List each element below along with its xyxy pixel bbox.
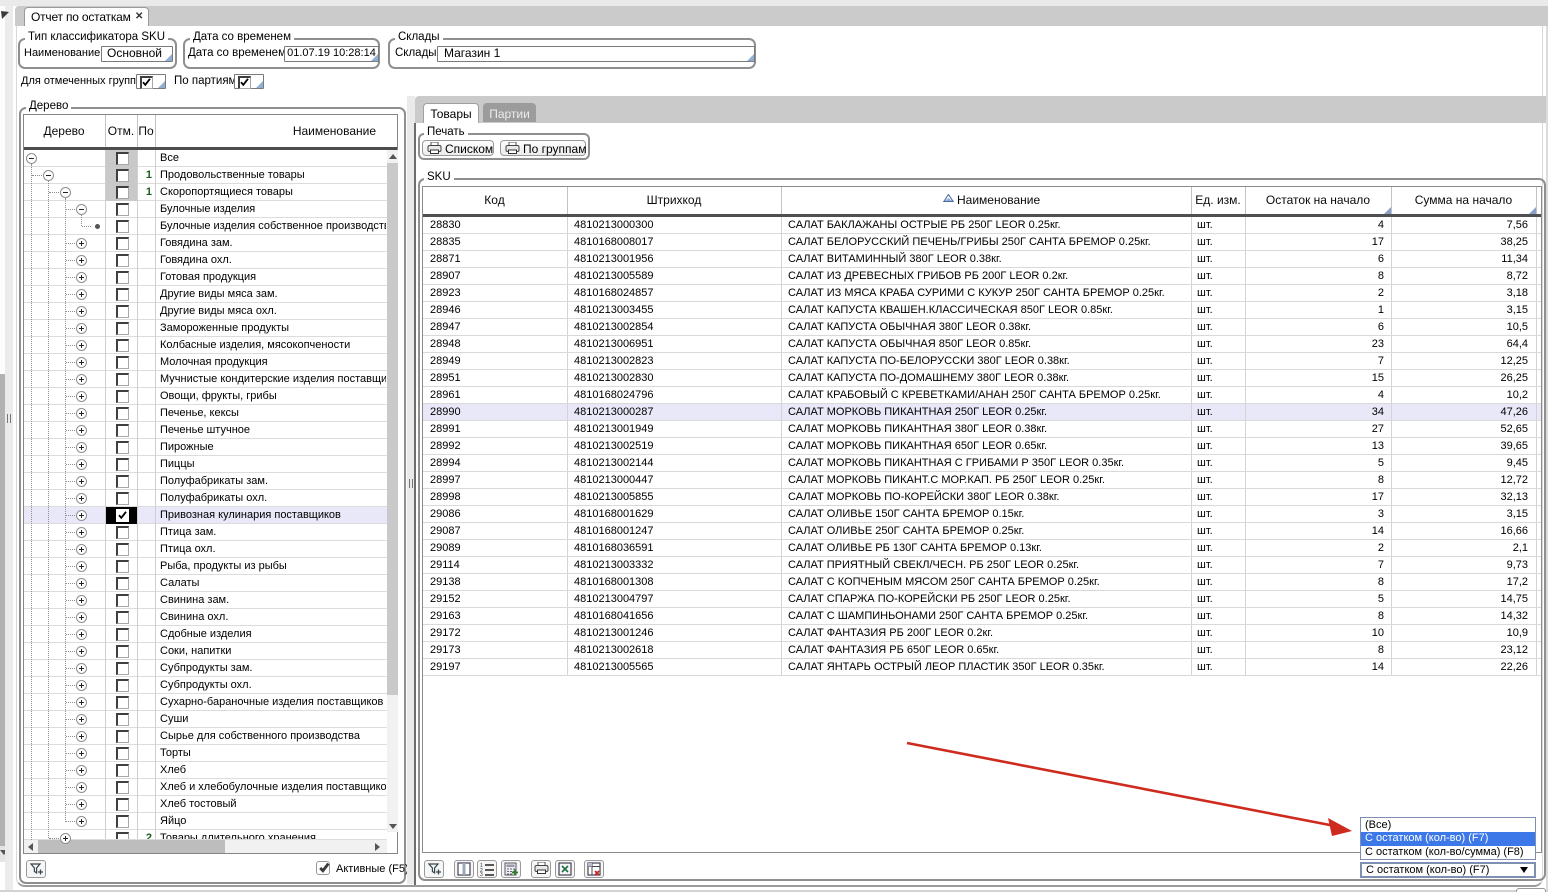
- svg-text:3: 3: [480, 872, 483, 876]
